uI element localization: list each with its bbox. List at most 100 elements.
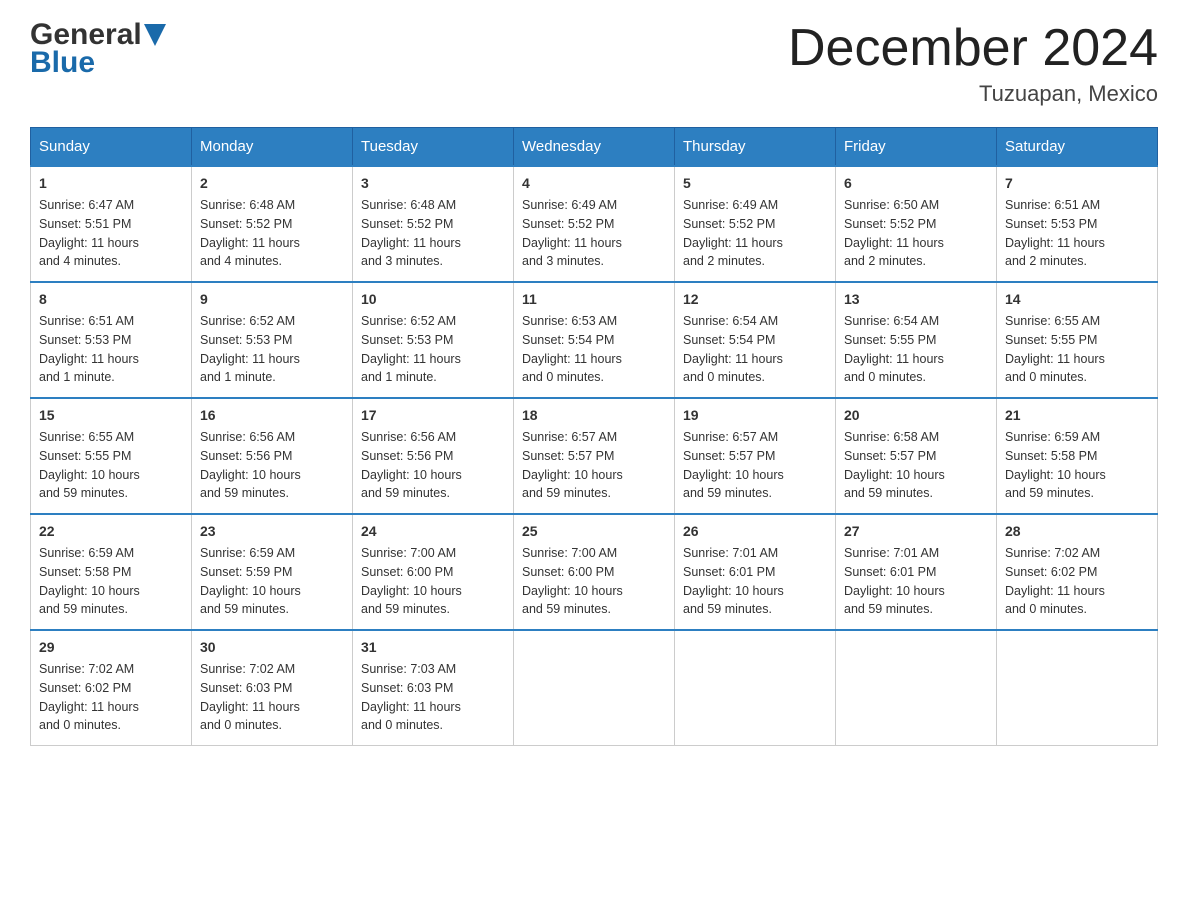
day-info-text: Sunrise: 6:51 AM Sunset: 5:53 PM Dayligh… [39,312,183,387]
day-number: 16 [200,405,344,426]
day-info-text: Sunrise: 6:49 AM Sunset: 5:52 PM Dayligh… [522,196,666,271]
day-info-text: Sunrise: 7:02 AM Sunset: 6:02 PM Dayligh… [39,660,183,735]
weekday-header-wednesday: Wednesday [514,128,675,167]
calendar-cell: 21Sunrise: 6:59 AM Sunset: 5:58 PM Dayli… [997,398,1158,514]
day-info-text: Sunrise: 6:55 AM Sunset: 5:55 PM Dayligh… [1005,312,1149,387]
calendar-cell: 10Sunrise: 6:52 AM Sunset: 5:53 PM Dayli… [353,282,514,398]
day-info-text: Sunrise: 6:56 AM Sunset: 5:56 PM Dayligh… [361,428,505,503]
day-info-text: Sunrise: 6:49 AM Sunset: 5:52 PM Dayligh… [683,196,827,271]
calendar-cell: 20Sunrise: 6:58 AM Sunset: 5:57 PM Dayli… [836,398,997,514]
weekday-header-monday: Monday [192,128,353,167]
day-info-text: Sunrise: 7:01 AM Sunset: 6:01 PM Dayligh… [683,544,827,619]
calendar-cell: 11Sunrise: 6:53 AM Sunset: 5:54 PM Dayli… [514,282,675,398]
day-number: 30 [200,637,344,658]
day-number: 13 [844,289,988,310]
calendar-cell: 12Sunrise: 6:54 AM Sunset: 5:54 PM Dayli… [675,282,836,398]
calendar-cell: 19Sunrise: 6:57 AM Sunset: 5:57 PM Dayli… [675,398,836,514]
day-info-text: Sunrise: 7:00 AM Sunset: 6:00 PM Dayligh… [522,544,666,619]
calendar-cell: 30Sunrise: 7:02 AM Sunset: 6:03 PM Dayli… [192,630,353,746]
calendar-cell: 29Sunrise: 7:02 AM Sunset: 6:02 PM Dayli… [31,630,192,746]
title-block: December 2024 Tuzuapan, Mexico [788,20,1158,107]
calendar-week-row: 1Sunrise: 6:47 AM Sunset: 5:51 PM Daylig… [31,166,1158,282]
logo-blue: Blue [30,48,95,78]
day-number: 18 [522,405,666,426]
day-number: 12 [683,289,827,310]
day-info-text: Sunrise: 6:57 AM Sunset: 5:57 PM Dayligh… [522,428,666,503]
weekday-header-tuesday: Tuesday [353,128,514,167]
day-info-text: Sunrise: 6:52 AM Sunset: 5:53 PM Dayligh… [361,312,505,387]
calendar-cell: 5Sunrise: 6:49 AM Sunset: 5:52 PM Daylig… [675,166,836,282]
calendar-cell: 14Sunrise: 6:55 AM Sunset: 5:55 PM Dayli… [997,282,1158,398]
calendar-cell: 15Sunrise: 6:55 AM Sunset: 5:55 PM Dayli… [31,398,192,514]
day-number: 22 [39,521,183,542]
day-number: 20 [844,405,988,426]
day-number: 11 [522,289,666,310]
day-number: 6 [844,173,988,194]
calendar-week-row: 29Sunrise: 7:02 AM Sunset: 6:02 PM Dayli… [31,630,1158,746]
calendar-cell: 27Sunrise: 7:01 AM Sunset: 6:01 PM Dayli… [836,514,997,630]
calendar-cell [514,630,675,746]
day-number: 17 [361,405,505,426]
day-info-text: Sunrise: 6:55 AM Sunset: 5:55 PM Dayligh… [39,428,183,503]
weekday-header-friday: Friday [836,128,997,167]
day-info-text: Sunrise: 7:02 AM Sunset: 6:02 PM Dayligh… [1005,544,1149,619]
day-info-text: Sunrise: 6:50 AM Sunset: 5:52 PM Dayligh… [844,196,988,271]
day-number: 3 [361,173,505,194]
location-subtitle: Tuzuapan, Mexico [788,81,1158,107]
calendar-cell: 4Sunrise: 6:49 AM Sunset: 5:52 PM Daylig… [514,166,675,282]
day-number: 5 [683,173,827,194]
calendar-cell: 3Sunrise: 6:48 AM Sunset: 5:52 PM Daylig… [353,166,514,282]
day-number: 4 [522,173,666,194]
logo: General Blue [30,20,166,78]
calendar-cell: 26Sunrise: 7:01 AM Sunset: 6:01 PM Dayli… [675,514,836,630]
calendar-cell: 23Sunrise: 6:59 AM Sunset: 5:59 PM Dayli… [192,514,353,630]
day-number: 26 [683,521,827,542]
day-info-text: Sunrise: 6:56 AM Sunset: 5:56 PM Dayligh… [200,428,344,503]
page-header: General Blue December 2024 Tuzuapan, Mex… [30,20,1158,107]
weekday-header-saturday: Saturday [997,128,1158,167]
weekday-header-row: SundayMondayTuesdayWednesdayThursdayFrid… [31,128,1158,167]
day-number: 1 [39,173,183,194]
day-number: 27 [844,521,988,542]
calendar-cell: 17Sunrise: 6:56 AM Sunset: 5:56 PM Dayli… [353,398,514,514]
calendar-cell: 9Sunrise: 6:52 AM Sunset: 5:53 PM Daylig… [192,282,353,398]
calendar-cell: 25Sunrise: 7:00 AM Sunset: 6:00 PM Dayli… [514,514,675,630]
day-number: 24 [361,521,505,542]
calendar-table: SundayMondayTuesdayWednesdayThursdayFrid… [30,127,1158,746]
day-number: 28 [1005,521,1149,542]
calendar-cell: 1Sunrise: 6:47 AM Sunset: 5:51 PM Daylig… [31,166,192,282]
calendar-cell: 16Sunrise: 6:56 AM Sunset: 5:56 PM Dayli… [192,398,353,514]
calendar-cell: 8Sunrise: 6:51 AM Sunset: 5:53 PM Daylig… [31,282,192,398]
day-info-text: Sunrise: 6:59 AM Sunset: 5:58 PM Dayligh… [39,544,183,619]
day-info-text: Sunrise: 6:52 AM Sunset: 5:53 PM Dayligh… [200,312,344,387]
day-info-text: Sunrise: 7:03 AM Sunset: 6:03 PM Dayligh… [361,660,505,735]
calendar-cell: 2Sunrise: 6:48 AM Sunset: 5:52 PM Daylig… [192,166,353,282]
day-number: 19 [683,405,827,426]
calendar-cell [997,630,1158,746]
day-info-text: Sunrise: 6:59 AM Sunset: 5:58 PM Dayligh… [1005,428,1149,503]
month-year-title: December 2024 [788,20,1158,77]
calendar-cell: 7Sunrise: 6:51 AM Sunset: 5:53 PM Daylig… [997,166,1158,282]
day-number: 15 [39,405,183,426]
day-info-text: Sunrise: 7:02 AM Sunset: 6:03 PM Dayligh… [200,660,344,735]
day-number: 31 [361,637,505,658]
day-info-text: Sunrise: 6:58 AM Sunset: 5:57 PM Dayligh… [844,428,988,503]
calendar-cell: 18Sunrise: 6:57 AM Sunset: 5:57 PM Dayli… [514,398,675,514]
day-info-text: Sunrise: 6:48 AM Sunset: 5:52 PM Dayligh… [361,196,505,271]
day-number: 14 [1005,289,1149,310]
day-number: 2 [200,173,344,194]
day-info-text: Sunrise: 6:48 AM Sunset: 5:52 PM Dayligh… [200,196,344,271]
day-number: 23 [200,521,344,542]
day-info-text: Sunrise: 6:54 AM Sunset: 5:55 PM Dayligh… [844,312,988,387]
day-number: 29 [39,637,183,658]
calendar-cell: 24Sunrise: 7:00 AM Sunset: 6:00 PM Dayli… [353,514,514,630]
calendar-cell: 13Sunrise: 6:54 AM Sunset: 5:55 PM Dayli… [836,282,997,398]
day-info-text: Sunrise: 6:53 AM Sunset: 5:54 PM Dayligh… [522,312,666,387]
calendar-week-row: 15Sunrise: 6:55 AM Sunset: 5:55 PM Dayli… [31,398,1158,514]
day-info-text: Sunrise: 6:47 AM Sunset: 5:51 PM Dayligh… [39,196,183,271]
logo-triangle-icon [144,24,166,46]
day-number: 25 [522,521,666,542]
day-info-text: Sunrise: 6:51 AM Sunset: 5:53 PM Dayligh… [1005,196,1149,271]
day-number: 7 [1005,173,1149,194]
weekday-header-thursday: Thursday [675,128,836,167]
